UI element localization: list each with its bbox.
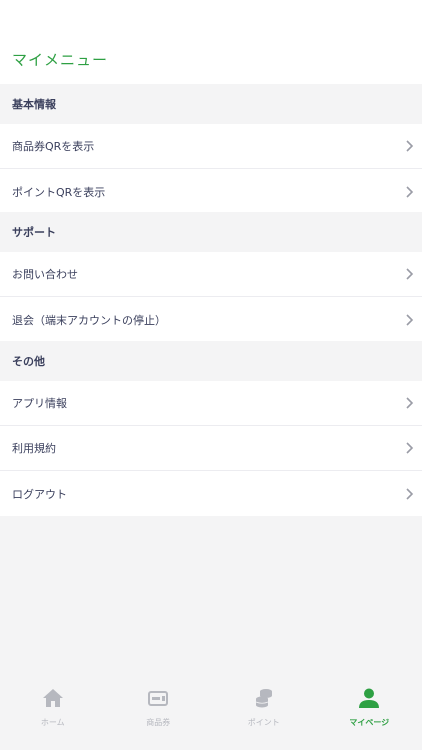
section-support: サポート お問い合わせ 退会（端末アカウントの停止） xyxy=(0,212,422,342)
tab-label: ホーム xyxy=(40,718,65,727)
chevron-right-icon xyxy=(404,487,414,500)
menu-item-app-info[interactable]: アプリ情報 xyxy=(0,381,422,426)
chevron-right-icon xyxy=(404,140,414,152)
menu-item-label: お問い合わせ xyxy=(12,268,78,281)
menu-item-label: ログアウト xyxy=(12,487,67,501)
chevron-right-icon xyxy=(404,185,414,198)
section-other: その他 アプリ情報 利用規約 ログアウト xyxy=(0,341,422,516)
tab-label: 商品券 xyxy=(146,718,171,727)
chevron-right-icon xyxy=(404,442,414,454)
section-basic-info: 基本情報 商品券QRを表示 ポイントQRを表示 xyxy=(0,84,422,214)
menu-item-contact[interactable]: お問い合わせ xyxy=(0,252,422,297)
chevron-right-icon xyxy=(404,268,414,280)
section-header-support: サポート xyxy=(0,212,422,252)
tab-label: マイページ xyxy=(349,718,390,727)
menu-item-label: 商品券QRを表示 xyxy=(12,140,95,153)
voucher-card-icon xyxy=(147,688,169,712)
menu-item-terms[interactable]: 利用規約 xyxy=(0,426,422,471)
menu-item-show-voucher-qr[interactable]: 商品券QRを表示 xyxy=(0,124,422,169)
menu-item-withdraw[interactable]: 退会（端末アカウントの停止） xyxy=(0,297,422,342)
person-icon xyxy=(358,688,380,712)
app-header: マイメニュー xyxy=(0,0,422,84)
menu-item-label: 利用規約 xyxy=(12,442,56,455)
chevron-right-icon xyxy=(404,313,414,326)
tab-home[interactable]: ホーム xyxy=(0,678,106,750)
tab-points[interactable]: ポイント xyxy=(211,678,317,750)
menu-item-logout[interactable]: ログアウト xyxy=(0,471,422,516)
menu-item-show-point-qr[interactable]: ポイントQRを表示 xyxy=(0,169,422,214)
section-header-basic-info: 基本情報 xyxy=(0,84,422,124)
section-header-other: その他 xyxy=(0,341,422,381)
menu-item-label: 退会（端末アカウントの停止） xyxy=(12,313,166,327)
bottom-tab-bar: ホーム 商品券 ポイント マイページ xyxy=(0,678,422,750)
tab-voucher[interactable]: 商品券 xyxy=(106,678,212,750)
page-title: マイメニュー xyxy=(12,51,109,69)
menu-item-label: アプリ情報 xyxy=(12,397,67,410)
menu-item-label: ポイントQRを表示 xyxy=(12,185,106,199)
coins-icon xyxy=(253,688,275,712)
tab-label: ポイント xyxy=(247,718,280,727)
tab-mypage[interactable]: マイページ xyxy=(317,678,422,750)
chevron-right-icon xyxy=(404,397,414,409)
home-icon xyxy=(42,688,64,712)
